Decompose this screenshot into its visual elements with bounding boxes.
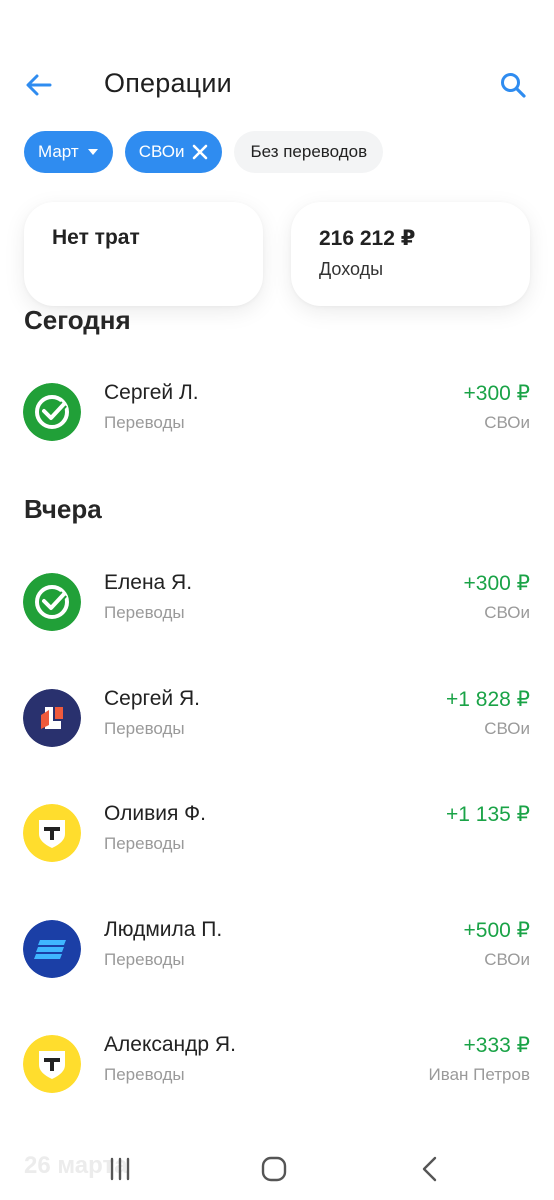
home-icon[interactable] <box>259 1154 289 1184</box>
operation-row[interactable]: Александр Я. Переводы +333 ₽ Иван Петров <box>0 1027 554 1101</box>
operation-row[interactable]: Сергей Л. Переводы +300 ₽ СВОи <box>0 375 554 449</box>
operation-amount: +333 ₽ <box>463 1034 531 1057</box>
t-bank-icon <box>23 804 81 862</box>
operation-name: Оливия Ф. <box>104 802 206 825</box>
caret-down-icon <box>87 147 99 157</box>
operation-account: СВОи <box>484 603 530 622</box>
system-navigation-bar <box>0 1140 554 1200</box>
operation-row[interactable]: Людмила П. Переводы +500 ₽ СВОи <box>0 912 554 986</box>
sber-bank-icon <box>23 383 81 441</box>
operation-name: Елена Я. <box>104 571 193 594</box>
operation-category: Переводы <box>104 719 185 738</box>
operation-name: Сергей Л. <box>104 381 199 404</box>
sber-bank-icon <box>23 573 81 631</box>
recent-apps-icon[interactable] <box>105 1154 135 1184</box>
section-yesterday-title: Вчера <box>24 494 102 524</box>
operation-amount: +300 ₽ <box>463 382 531 405</box>
blue-bank-logo-icon <box>23 920 81 978</box>
operation-category: Переводы <box>104 834 185 853</box>
operation-row[interactable]: Оливия Ф. Переводы +1 135 ₽ <box>0 796 554 870</box>
system-back-icon[interactable] <box>415 1154 445 1184</box>
navy-bank-logo-icon <box>23 689 81 747</box>
operation-row[interactable]: Елена Я. Переводы +300 ₽ СВОи <box>0 565 554 639</box>
transfers-filter-label: Без переводов <box>250 142 368 161</box>
income-label: Доходы <box>319 259 384 279</box>
operation-name: Людмила П. <box>104 918 223 941</box>
summary-cards: Нет трат 216 212 ₽ Доходы <box>24 202 530 306</box>
month-filter-chip[interactable]: Март <box>24 131 113 173</box>
income-value: 216 212 ₽ <box>319 227 416 250</box>
operation-category: Переводы <box>104 1065 185 1084</box>
operation-account: СВОи <box>484 413 530 432</box>
operation-row[interactable]: Сергей Я. Переводы +1 828 ₽ СВОи <box>0 681 554 755</box>
section-today-title: Сегодня <box>24 305 131 335</box>
account-filter-label: СВОи <box>138 142 185 161</box>
top-bar: Операции <box>0 58 554 110</box>
operation-category: Переводы <box>104 603 185 622</box>
operation-amount: +500 ₽ <box>463 919 531 942</box>
month-filter-label: Март <box>38 142 79 161</box>
t-bank-icon <box>23 1035 81 1093</box>
operation-account: Иван Петров <box>428 1065 530 1084</box>
back-arrow-icon[interactable] <box>24 70 54 100</box>
search-icon[interactable] <box>498 70 528 100</box>
operation-category: Переводы <box>104 950 185 969</box>
income-card[interactable]: 216 212 ₽ Доходы <box>291 202 530 306</box>
operation-amount: +300 ₽ <box>463 572 531 595</box>
operation-amount: +1 135 ₽ <box>445 803 530 826</box>
operation-amount: +1 828 ₽ <box>445 688 530 711</box>
close-icon[interactable] <box>192 144 208 160</box>
operation-name: Александр Я. <box>104 1033 236 1056</box>
account-filter-chip[interactable]: СВОи <box>124 131 223 173</box>
operation-account: СВОи <box>484 950 530 969</box>
transfers-filter-chip[interactable]: Без переводов <box>234 131 384 173</box>
spending-value: Нет трат <box>52 226 140 249</box>
filter-chips: Март СВОи Без переводов <box>24 131 384 173</box>
operation-account: СВОи <box>484 719 530 738</box>
operation-category: Переводы <box>104 413 185 432</box>
operation-name: Сергей Я. <box>104 687 200 710</box>
spending-card[interactable]: Нет трат <box>24 202 263 306</box>
page-title: Операции <box>104 68 232 98</box>
